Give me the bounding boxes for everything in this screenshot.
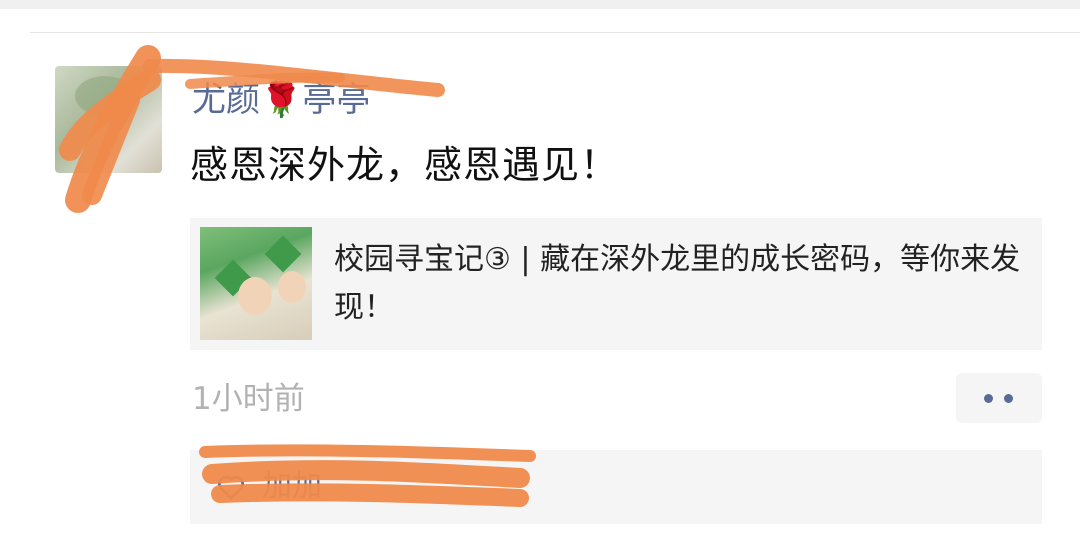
post-text: 感恩深外龙，感恩遇见！ (190, 143, 620, 187)
more-dots-icon (1004, 394, 1013, 403)
share-thumbnail (200, 227, 312, 340)
child-face (238, 277, 272, 315)
more-button[interactable] (956, 373, 1042, 423)
avatar-image-detail (75, 76, 135, 116)
zongzi-shape (264, 235, 302, 273)
share-title: 校园寻宝记③ | 藏在深外龙里的成长密码，等你来发现！ (334, 242, 1021, 325)
share-card[interactable]: 校园寻宝记③ | 藏在深外龙里的成长密码，等你来发现！ (190, 218, 1042, 350)
heart-icon (218, 475, 244, 500)
avatar[interactable] (55, 66, 162, 173)
child-face (278, 271, 306, 303)
top-divider (30, 32, 1080, 33)
nickname[interactable]: 尤颜🌹亭亭 (192, 76, 370, 124)
like-names[interactable]: 加加 (262, 464, 322, 510)
likes-bar: 加加 (190, 450, 1042, 524)
top-band (0, 0, 1080, 9)
more-dots-icon (984, 394, 993, 403)
timestamp: 1小时前 (192, 381, 305, 417)
